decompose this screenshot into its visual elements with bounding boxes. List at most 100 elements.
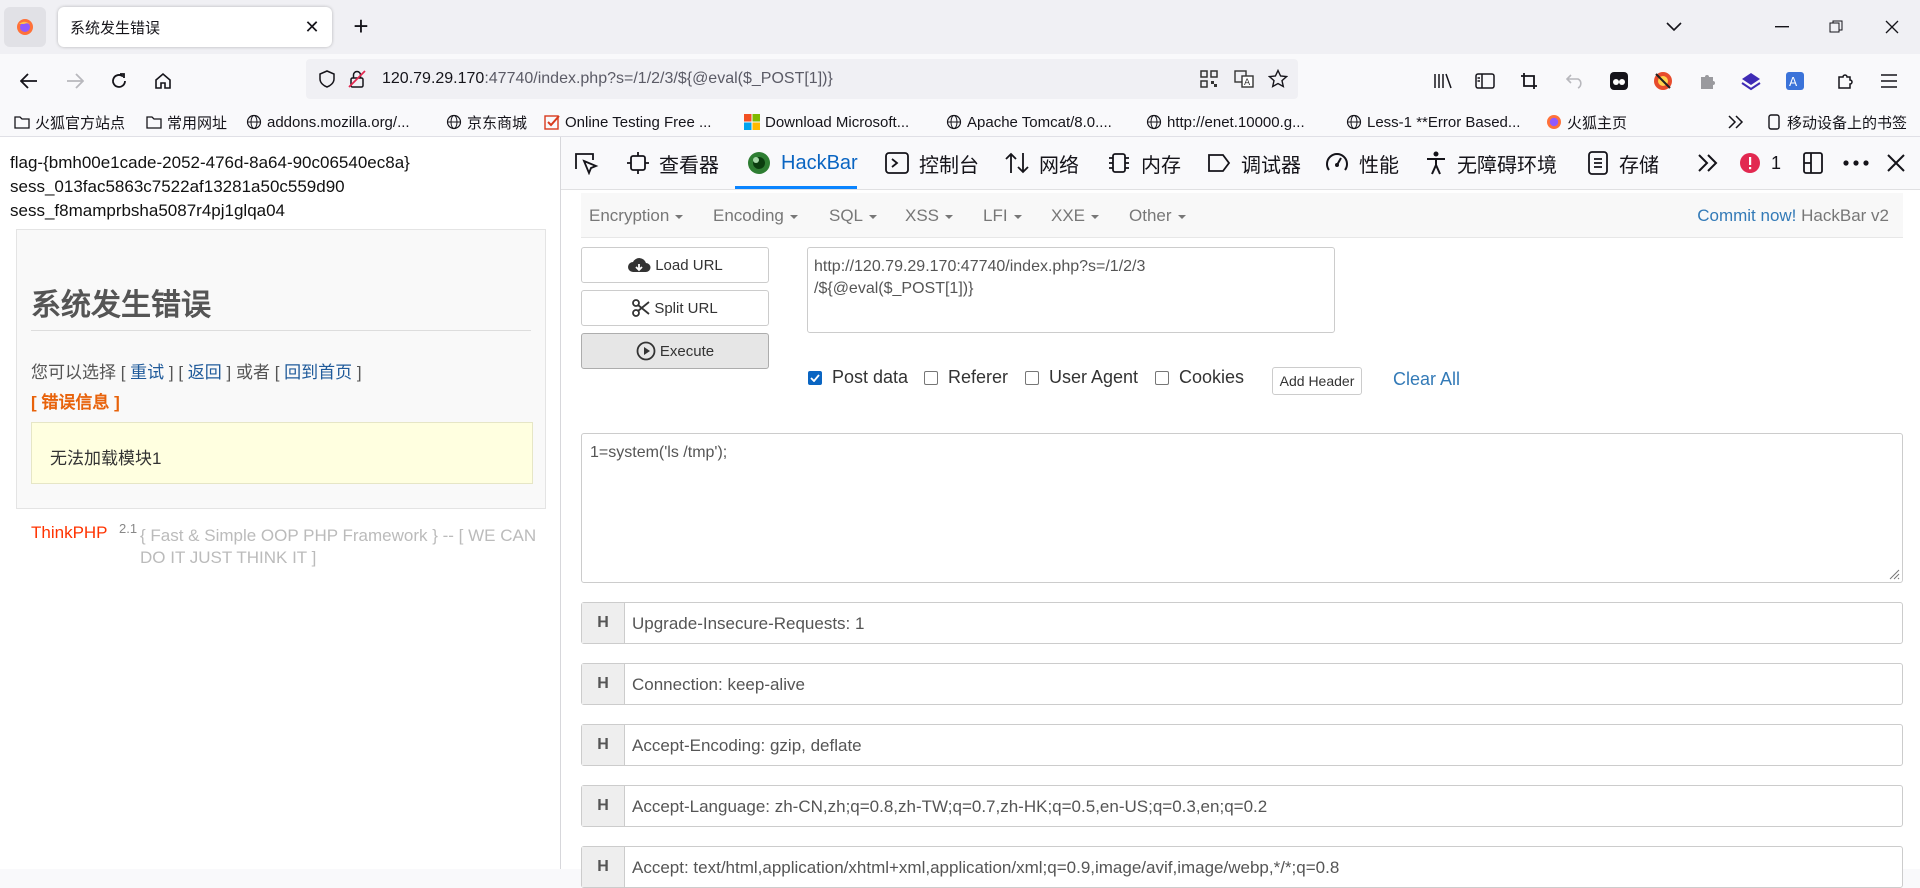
more-options-icon[interactable] [1843, 137, 1869, 189]
mobile-bookmarks[interactable]: 移动设备上的书签 [1766, 111, 1907, 133]
bookmark-item[interactable]: Less-1 **Error Based... [1346, 111, 1520, 133]
tab-active[interactable]: 系统发生错误 ✕ [58, 7, 332, 47]
tab-hackbar[interactable]: HackBar [747, 137, 858, 189]
post-data-textarea[interactable]: 1=system('ls /tmp'); [581, 433, 1903, 583]
extension-blocked-icon[interactable] [1648, 66, 1678, 96]
back-link[interactable]: 返回 [188, 363, 222, 382]
menu-sql[interactable]: SQL [829, 206, 878, 226]
responsive-design-icon[interactable] [1801, 137, 1825, 189]
tracking-shield-icon[interactable] [318, 70, 336, 88]
qr-code-icon[interactable] [1200, 70, 1218, 88]
tab-memory[interactable]: 内存 [1107, 137, 1181, 189]
bookmark-item[interactable]: Apache Tomcat/8.0.... [946, 111, 1112, 133]
close-window-icon[interactable] [1872, 12, 1912, 42]
load-url-button[interactable]: Load URL [581, 247, 769, 283]
header-value[interactable]: Accept: text/html,application/xhtml+xml,… [632, 858, 1339, 878]
url-textarea[interactable]: http://120.79.29.170:47740/index.php?s=/… [807, 247, 1335, 333]
screenshot-icon[interactable] [1514, 66, 1544, 96]
reload-icon[interactable] [104, 66, 134, 96]
header-tag[interactable]: H [582, 786, 625, 826]
user-agent-checkbox[interactable]: User Agent [1025, 367, 1138, 388]
header-tag[interactable]: H [582, 603, 625, 643]
retry-link[interactable]: 重试 [130, 363, 164, 382]
extension-translate-icon[interactable]: A [1780, 66, 1810, 96]
undo-icon[interactable] [1560, 66, 1590, 96]
header-row[interactable]: H Connection: keep-alive [581, 663, 1903, 705]
bookmark-item[interactable]: http://enet.10000.g... [1146, 111, 1305, 133]
header-row[interactable]: H Accept: text/html,application/xhtml+xm… [581, 846, 1903, 888]
header-row[interactable]: H Upgrade-Insecure-Requests: 1 [581, 602, 1903, 644]
commit-link[interactable]: Commit now! [1697, 206, 1796, 225]
extensions-icon[interactable] [1830, 66, 1860, 96]
tab-label: 查看器 [659, 154, 719, 177]
bookmark-item[interactable]: 京东商城 [446, 111, 527, 133]
clear-all-link[interactable]: Clear All [1393, 369, 1460, 390]
tab-inspector[interactable]: 查看器 [627, 137, 719, 189]
post-data-checkbox[interactable]: Post data [808, 367, 908, 388]
header-tag[interactable]: H [582, 664, 625, 704]
add-header-button[interactable]: Add Header [1272, 367, 1362, 395]
tab-performance[interactable]: 性能 [1325, 137, 1399, 189]
home-link[interactable]: 回到首页 [284, 363, 352, 382]
menu-icon[interactable] [1874, 66, 1904, 96]
menu-encoding[interactable]: Encoding [713, 206, 798, 226]
insecure-lock-icon[interactable] [348, 70, 366, 88]
sidebar-icon[interactable] [1470, 66, 1500, 96]
bookmark-item[interactable]: Online Testing Free ... [544, 111, 711, 133]
extension-layers-icon[interactable] [1736, 66, 1766, 96]
address-bar[interactable]: 120.79.29.170:47740/index.php?s=/1/2/3/$… [306, 59, 1298, 99]
header-value[interactable]: Upgrade-Insecure-Requests: 1 [632, 614, 864, 634]
error-info-heading: [ 错误信息 ] [31, 393, 120, 412]
new-tab-button[interactable]: + [346, 12, 376, 42]
translate-icon[interactable]: A [1234, 70, 1254, 88]
menu-other[interactable]: Other [1129, 206, 1186, 226]
tab-debugger[interactable]: 调试器 [1207, 137, 1301, 189]
split-url-button[interactable]: Split URL [581, 290, 769, 326]
resize-handle-icon[interactable] [1888, 568, 1900, 580]
element-picker-icon[interactable] [573, 137, 599, 189]
minimize-icon[interactable] [1762, 12, 1802, 42]
tab-firefox-view[interactable] [4, 7, 46, 47]
home-icon[interactable] [148, 66, 178, 96]
header-tag[interactable]: H [582, 725, 625, 765]
error-count-badge[interactable]: 1 [1739, 137, 1781, 189]
bookmark-star-icon[interactable] [1268, 69, 1288, 89]
header-tag[interactable]: H [582, 847, 625, 887]
bookmarks-overflow-icon[interactable] [1728, 111, 1744, 133]
bookmark-item[interactable]: 火狐主页 [1546, 111, 1627, 133]
header-row[interactable]: H Accept-Encoding: gzip, deflate [581, 724, 1903, 766]
close-devtools-icon[interactable] [1887, 137, 1905, 189]
tab-network[interactable]: 网络 [1005, 137, 1079, 189]
bookmark-item[interactable]: 常用网址 [146, 111, 227, 133]
url-text[interactable]: 120.79.29.170:47740/index.php?s=/1/2/3/$… [382, 70, 833, 88]
back-icon[interactable] [14, 66, 44, 96]
header-row[interactable]: H Accept-Language: zh-CN,zh;q=0.8,zh-TW;… [581, 785, 1903, 827]
accessibility-icon [1425, 151, 1447, 175]
menu-xxe[interactable]: XXE [1051, 206, 1100, 226]
bookmark-item[interactable]: Download Microsoft... [744, 111, 909, 133]
header-value[interactable]: Accept-Encoding: gzip, deflate [632, 736, 862, 756]
referer-checkbox[interactable]: Referer [924, 367, 1008, 388]
library-icon[interactable] [1428, 66, 1458, 96]
thinkphp-brand[interactable]: ThinkPHP [31, 523, 108, 543]
bookmark-item[interactable]: addons.mozilla.org/... [246, 111, 410, 133]
restore-icon[interactable] [1816, 12, 1856, 42]
list-tabs-icon[interactable] [1654, 12, 1694, 42]
tab-storage[interactable]: 存储 [1587, 137, 1659, 189]
menu-xss[interactable]: XSS [905, 206, 954, 226]
cookies-checkbox[interactable]: Cookies [1155, 367, 1244, 388]
tab-accessibility[interactable]: 无障碍环境 [1425, 137, 1557, 189]
extension-puzzle-gray-icon[interactable] [1692, 66, 1722, 96]
header-value[interactable]: Accept-Language: zh-CN,zh;q=0.8,zh-TW;q=… [632, 797, 1267, 817]
forward-icon[interactable] [60, 66, 90, 96]
execute-button[interactable]: Execute [581, 333, 769, 369]
header-value[interactable]: Connection: keep-alive [632, 675, 805, 695]
extension-mask-icon[interactable] [1604, 66, 1634, 96]
close-tab-icon[interactable]: ✕ [300, 15, 324, 39]
choice-text: 您可以选择 [ [31, 363, 131, 382]
menu-encryption[interactable]: Encryption [589, 206, 684, 226]
tabs-overflow-icon[interactable] [1697, 137, 1719, 189]
bookmark-item[interactable]: 火狐官方站点 [14, 111, 125, 133]
tab-console[interactable]: 控制台 [885, 137, 979, 189]
menu-lfi[interactable]: LFI [983, 206, 1022, 226]
